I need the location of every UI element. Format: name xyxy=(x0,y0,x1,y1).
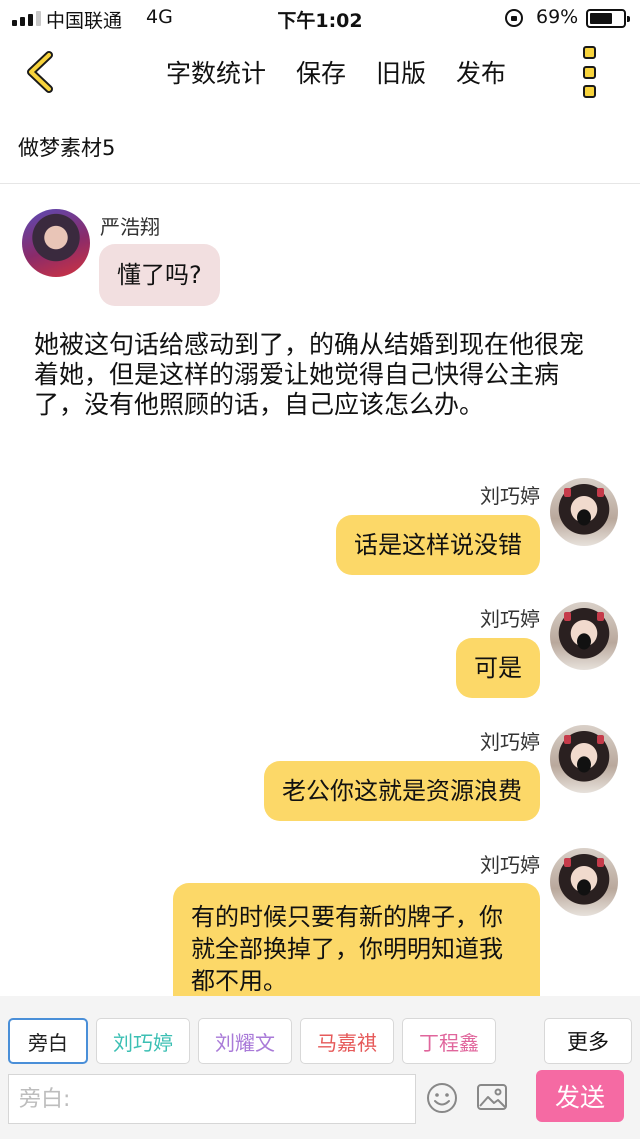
speaker-name: 刘巧婷 xyxy=(480,730,540,754)
publish-button[interactable]: 发布 xyxy=(456,54,506,90)
nav-bar: 字数统计 保存 旧版 发布 xyxy=(0,36,640,110)
speaker-name: 刘巧婷 xyxy=(480,484,540,508)
composer-panel: 旁白 刘巧婷 刘耀文 马嘉祺 丁程鑫 更多 发送 xyxy=(0,996,640,1139)
nav-actions: 字数统计 保存 旧版 发布 xyxy=(166,54,506,90)
speaker-name: 刘巧婷 xyxy=(480,853,540,877)
avatar-liu-qiaoting[interactable] xyxy=(550,848,618,916)
document-title: 做梦素材5 xyxy=(18,136,116,160)
message-input[interactable] xyxy=(8,1074,416,1124)
role-tab-liu-yaowen[interactable]: 刘耀文 xyxy=(198,1018,292,1064)
battery-percent: 69% xyxy=(536,6,579,28)
save-button[interactable]: 保存 xyxy=(296,54,346,90)
message-bubble[interactable]: 话是这样说没错 xyxy=(336,515,540,575)
message-bubble[interactable]: 懂了吗? xyxy=(99,244,220,306)
message-bubble[interactable]: 可是 xyxy=(456,638,540,698)
avatar-yan-haoxiang[interactable] xyxy=(22,209,90,277)
divider xyxy=(0,183,640,184)
smiley-icon[interactable] xyxy=(426,1082,458,1114)
avatar-liu-qiaoting[interactable] xyxy=(550,478,618,546)
avatar-liu-qiaoting[interactable] xyxy=(550,725,618,793)
send-button[interactable]: 发送 xyxy=(536,1070,624,1122)
message-bubble[interactable]: 老公你这就是资源浪费 xyxy=(264,761,540,821)
rotation-lock-icon xyxy=(505,9,523,27)
avatar-liu-qiaoting[interactable] xyxy=(550,602,618,670)
status-bar: 中国联通 4G 下午1:02 69% xyxy=(0,0,640,36)
role-tab-narrator[interactable]: 旁白 xyxy=(8,1018,88,1064)
role-tab-liu-qiaoting[interactable]: 刘巧婷 xyxy=(96,1018,190,1064)
more-vertical-icon[interactable] xyxy=(578,46,600,98)
speaker-name: 严浩翔 xyxy=(100,215,160,239)
role-tab-ding-chengxin[interactable]: 丁程鑫 xyxy=(402,1018,496,1064)
role-tab-ma-jiaqi[interactable]: 马嘉祺 xyxy=(300,1018,394,1064)
more-roles-button[interactable]: 更多 xyxy=(544,1018,632,1064)
role-tabs: 旁白 刘巧婷 刘耀文 马嘉祺 丁程鑫 xyxy=(8,1018,496,1064)
back-icon[interactable] xyxy=(22,50,62,94)
narration-text[interactable]: 她被这句话给感动到了，的确从结婚到现在他很宠着她，但是这样的溺爱让她觉得自己快得… xyxy=(34,330,606,420)
old-version-button[interactable]: 旧版 xyxy=(376,54,426,90)
word-count-button[interactable]: 字数统计 xyxy=(166,54,266,90)
battery-icon xyxy=(586,9,630,28)
speaker-name: 刘巧婷 xyxy=(480,607,540,631)
image-icon[interactable] xyxy=(476,1082,508,1112)
